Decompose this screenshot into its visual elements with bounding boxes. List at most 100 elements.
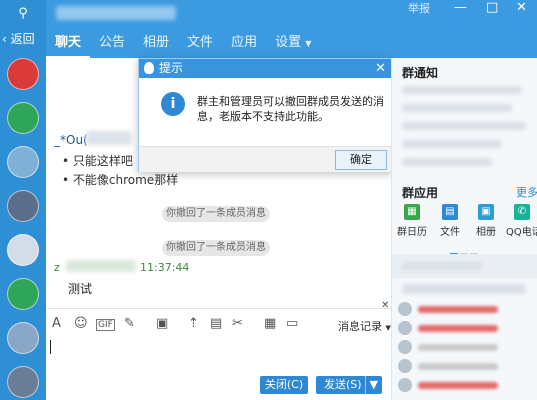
member-name [418,306,498,313]
member-row[interactable] [398,321,528,337]
message-text: 测试 [68,282,93,296]
member-row[interactable] [398,340,528,356]
recall-notice: 你撤回了一条成员消息 [162,206,270,222]
app-qq-call[interactable]: ✆ QQ电话 [506,204,537,238]
calendar-icon: ▦ [404,204,420,220]
upload-icon[interactable]: ⇡ [188,316,199,331]
collapse-icon[interactable]: ✕ [381,300,389,311]
message-sender: _*Ou( [54,133,88,147]
members-count [402,262,482,270]
tab-chat[interactable]: 聊天 [46,32,91,58]
app-calendar[interactable]: ▦ 群日历 [396,204,428,238]
members-header [392,254,537,278]
tab-apps[interactable]: 应用 [222,32,266,58]
prompt-dialog: 提示 ✕ i 群主和管理员可以撤回群成员发送的消息，老版本不支持此功能。 确定 [138,58,393,172]
left-rail: ⚲ ‹ 返回 [0,0,46,400]
avatar [398,302,412,316]
notice-text [402,140,502,148]
notice-text [402,122,526,130]
dialog-footer: 确定 [139,146,392,172]
notice-text [402,86,522,94]
avatar [398,378,412,392]
photo-icon: ▣ [478,204,494,220]
close-button[interactable]: 关闭(C) [260,376,308,394]
member-row[interactable] [398,359,528,375]
image-icon[interactable]: ▣ [156,316,168,331]
blurred-name [86,131,132,145]
member-row[interactable] [398,302,528,318]
folder-icon: ▤ [442,204,458,220]
avatar[interactable] [7,146,39,178]
dialog-message: 群主和管理员可以撤回群成员发送的消息，老版本不支持此功能。 [197,95,384,123]
member-name [418,325,498,332]
avatar[interactable] [7,366,39,398]
group-title [56,6,176,20]
screenshot-icon[interactable]: ✎ [124,316,135,331]
avatar[interactable] [7,58,39,90]
app-album[interactable]: ▣ 相册 [470,204,502,238]
tab-files[interactable]: 文件 [178,32,222,58]
chevron-down-icon: ▼ [305,39,312,48]
text-caret [50,340,51,354]
message-line: • 不能像chrome那样 [62,173,179,187]
gif-icon[interactable]: GIF [96,319,115,331]
back-label: 返回 [10,32,35,46]
avatar[interactable] [7,278,39,310]
input-toolbar: A ☺ GIF ✎ ▣ ⇡ ▤ ✂ ▦ ▭ 消息记录 ▼ [46,314,391,336]
member-name [418,363,498,370]
back-button[interactable]: ‹ 返回 [2,30,35,47]
dialog-body: i 群主和管理员可以撤回群成员发送的消息，老版本不支持此功能。 [139,78,392,146]
report-link[interactable]: 举报 [408,0,430,16]
recall-notice: 你撤回了一条成员消息 [162,240,270,256]
member-row[interactable] [398,378,528,394]
chat-header: 举报 — □ ✕ 聊天 公告 相册 文件 应用 设置 ▼ [46,0,537,58]
more-apps-link[interactable]: 更多 [516,184,537,200]
notice-text [402,104,512,112]
notice-title: 群通知 [402,66,439,80]
font-icon[interactable]: A [52,316,61,331]
remote-icon[interactable]: ▭ [286,316,298,331]
emoji-icon[interactable]: ☺ [74,316,88,331]
avatar [398,321,412,335]
message-line: • 只能这样吧 [62,154,133,168]
member-name [418,344,498,351]
member-search[interactable] [402,284,526,294]
phone-icon: ✆ [514,204,530,220]
info-icon: i [161,92,185,116]
avatar [398,340,412,354]
tab-album[interactable]: 相册 [134,32,178,58]
ok-button[interactable]: 确定 [335,150,387,170]
apps-title: 群应用 [402,186,439,200]
scissors-icon[interactable]: ✂ [232,316,243,331]
tab-settings[interactable]: 设置 ▼ [266,32,320,58]
send-button[interactable]: 发送(S) ▼ [316,376,382,394]
tab-announcement[interactable]: 公告 [90,32,134,58]
avatar[interactable] [7,322,39,354]
page-indicator [450,244,480,255]
penguin-icon [144,62,154,74]
minimize-icon[interactable]: — [454,0,467,15]
maximize-icon[interactable]: □ [486,0,498,15]
message-sender: z [54,261,60,274]
dialog-title: 提示 [159,61,184,75]
member-name [418,382,498,389]
app-files[interactable]: ▤ 文件 [434,204,466,238]
avatar[interactable] [7,102,39,134]
send-options-icon[interactable]: ▼ [364,376,378,394]
folder-icon[interactable]: ▤ [210,316,222,331]
dialog-close-icon[interactable]: ✕ [375,59,386,78]
notice-text [402,158,492,166]
tab-bar: 聊天 公告 相册 文件 应用 设置 ▼ [46,32,320,58]
avatar[interactable] [7,190,39,222]
send-label: 发送(S) [324,378,362,391]
search-icon[interactable]: ⚲ [13,4,33,24]
avatar[interactable] [7,234,39,266]
avatar [398,359,412,373]
history-button[interactable]: 消息记录 ▼ [338,318,391,334]
message-time: 11:37:44 [140,261,190,274]
close-icon[interactable]: ✕ [516,0,527,15]
file-icon[interactable]: ▦ [264,316,276,331]
blurred-name [66,260,136,272]
right-panel: 群通知 群应用 更多 ▦ 群日历 ▤ 文件 ▣ 相册 ✆ QQ电话 [391,58,537,400]
dialog-titlebar: 提示 ✕ [139,59,392,78]
